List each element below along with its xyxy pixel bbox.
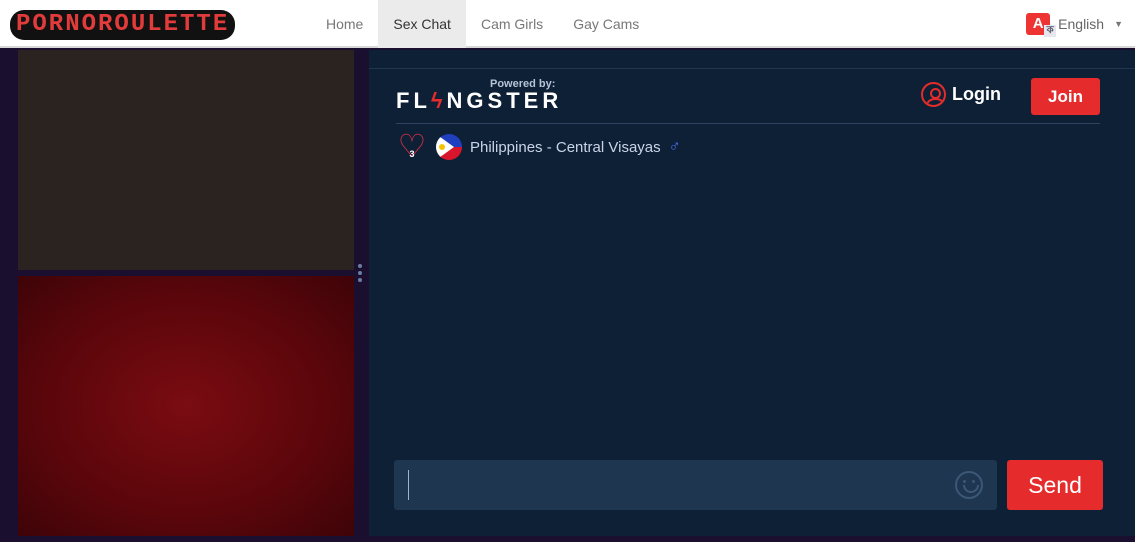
message-bar	[394, 460, 997, 510]
main-nav: Home Sex Chat Cam Girls Gay Cams	[311, 0, 654, 48]
language-selector[interactable]: A English ▼	[1026, 13, 1123, 37]
video-column	[18, 50, 354, 536]
user-icon	[921, 82, 946, 107]
male-icon: ♂	[668, 138, 681, 155]
login-button[interactable]: Login	[921, 82, 1001, 107]
emoji-icon[interactable]	[955, 471, 983, 499]
likes-count: 3	[409, 149, 415, 159]
nav-gay-cams[interactable]: Gay Cams	[558, 0, 654, 48]
translate-icon: A	[1026, 13, 1057, 37]
chat-top-strip	[369, 50, 1135, 69]
nav-home[interactable]: Home	[311, 0, 378, 48]
login-label: Login	[952, 84, 1001, 104]
join-button[interactable]: Join	[1031, 78, 1100, 115]
message-input[interactable]	[408, 470, 928, 500]
chat-panel: Powered by: FLϟNGSTER Login Join ♡ 3 Phil…	[369, 50, 1135, 536]
send-button[interactable]: Send	[1007, 460, 1103, 510]
philippines-flag-icon	[436, 134, 462, 160]
partner-info: ♡ 3 Philippines - Central Visayas ♂	[396, 130, 681, 162]
language-label: English	[1058, 16, 1105, 32]
header-divider	[396, 123, 1100, 124]
resize-handle[interactable]	[358, 264, 362, 282]
partner-location: Philippines - Central Visayas	[470, 138, 661, 156]
caret-down-icon: ▼	[1114, 19, 1123, 29]
site-logo[interactable]: PORNOROULETTE	[10, 10, 236, 40]
top-navbar: PORNOROULETTE Home Sex Chat Cam Girls Ga…	[0, 0, 1135, 48]
bolt-icon: ϟ	[430, 88, 447, 113]
nav-cam-girls[interactable]: Cam Girls	[466, 0, 558, 48]
local-video	[18, 276, 354, 536]
flingster-logo: FLϟNGSTER	[396, 88, 563, 113]
remote-video	[18, 50, 354, 270]
heart-icon[interactable]: ♡ 3	[396, 130, 428, 162]
nav-sex-chat[interactable]: Sex Chat	[378, 0, 466, 48]
